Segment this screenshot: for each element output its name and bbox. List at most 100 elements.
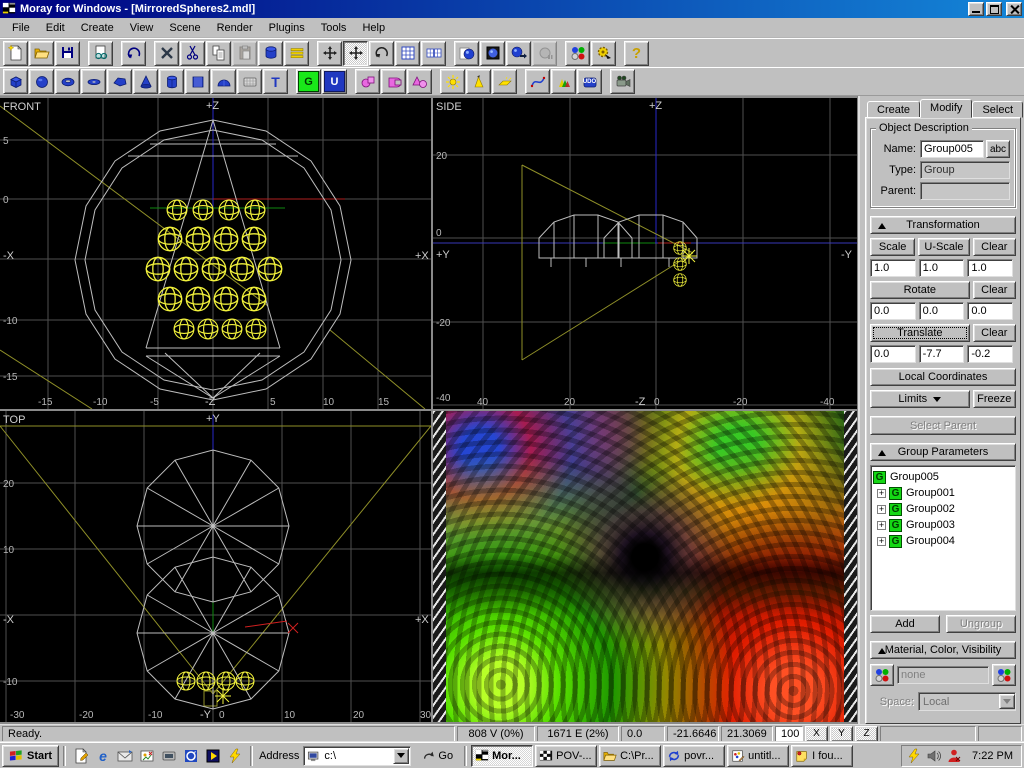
torus-button[interactable] (55, 69, 80, 94)
render-window-button[interactable] (480, 41, 505, 66)
abc-button[interactable]: abc (986, 140, 1010, 158)
go-button[interactable]: Go (415, 746, 460, 766)
material-editor-button[interactable] (992, 664, 1016, 686)
material-header[interactable]: Material, Color, Visibility (870, 641, 1016, 659)
speaker-icon[interactable] (926, 748, 942, 764)
ungroup-button[interactable]: Ungroup (946, 615, 1016, 633)
polygon-button[interactable] (107, 69, 132, 94)
heightfield-button[interactable] (185, 69, 210, 94)
zoom-level[interactable]: 100 (775, 726, 803, 742)
csg-intersection-button[interactable] (355, 69, 380, 94)
local-coordinates-button[interactable]: Local Coordinates (870, 368, 1016, 386)
scale-y-field[interactable]: 1.0 (919, 259, 965, 277)
undo-button[interactable] (121, 41, 146, 66)
translate-x-field[interactable]: 0.0 (870, 345, 916, 363)
help-button[interactable]: ? (624, 41, 649, 66)
quick-launch-media[interactable] (158, 745, 180, 767)
quick-launch-ie[interactable]: e (92, 745, 114, 767)
translate-y-field[interactable]: -7.7 (919, 345, 965, 363)
options-button[interactable] (591, 41, 616, 66)
front-canvas[interactable]: FRONT +Z -X +X -Z 5 0 -10 -15 -15 -10 -5 (0, 98, 431, 409)
tree-item-label[interactable]: Group003 (906, 519, 955, 531)
union-button[interactable]: U (322, 69, 347, 94)
u-scale-button[interactable]: U-Scale (918, 238, 969, 256)
menu-help[interactable]: Help (354, 20, 393, 36)
new-button[interactable] (3, 41, 28, 66)
move-view-button[interactable] (343, 41, 368, 66)
viewport-render[interactable] (433, 411, 857, 722)
tree-item-root[interactable]: G Group005 (873, 469, 1013, 485)
quick-launch-winamp[interactable] (224, 745, 246, 767)
rotate-x-field[interactable]: 0.0 (870, 302, 916, 320)
sphere-button[interactable] (29, 69, 54, 94)
scale-x-field[interactable]: 1.0 (870, 259, 916, 277)
cone-button[interactable] (133, 69, 158, 94)
group-button[interactable]: G (296, 69, 321, 94)
task-untitled[interactable]: untitl... (727, 745, 789, 767)
zoom-grid-button[interactable] (395, 41, 420, 66)
render-export-button[interactable] (506, 41, 531, 66)
side-canvas[interactable]: SIDE +Z +Y -Y -Z 20 0 -20 -40 40 20 0 (433, 98, 857, 409)
axis-z-toggle[interactable]: Z (855, 726, 878, 742)
select-parent-button[interactable]: Select Parent (870, 416, 1016, 435)
scale-clear-button[interactable]: Clear (973, 238, 1016, 256)
taskbar-grip[interactable] (63, 746, 66, 766)
tree-item-label[interactable]: Group004 (906, 535, 955, 547)
group-tree[interactable]: G Group005 + G Group001 + G Group002 + (870, 465, 1016, 611)
rotate-z-field[interactable]: 0.0 (967, 302, 1013, 320)
menu-render[interactable]: Render (209, 20, 261, 36)
group-parameters-header[interactable]: Group Parameters (870, 443, 1016, 461)
zoom-extents-button[interactable] (421, 41, 446, 66)
tree-item-label[interactable]: Group002 (906, 503, 955, 515)
top-canvas[interactable]: TOP +Y -X +X -Y 20 10 -10 -30 -20 -10 0 (0, 411, 431, 722)
csg-difference-button[interactable] (381, 69, 406, 94)
axis-x-toggle[interactable]: X (805, 726, 828, 742)
viewport-front[interactable]: FRONT +Z -X +X -Z 5 0 -10 -15 -15 -10 -5 (0, 98, 431, 409)
tree-item[interactable]: + G Group003 (873, 517, 1013, 533)
transformation-header[interactable]: Transformation (870, 216, 1016, 234)
render-stop-button[interactable] (532, 41, 557, 66)
tab-modify[interactable]: Modify (920, 99, 972, 118)
expand-icon[interactable]: + (877, 505, 886, 514)
tree-item-label[interactable]: Group001 (906, 487, 955, 499)
task-moray[interactable]: Mor... (471, 745, 533, 767)
taskbar-grip[interactable] (250, 746, 253, 766)
save-button[interactable] (55, 41, 80, 66)
layers-button[interactable] (284, 41, 309, 66)
menu-plugins[interactable]: Plugins (261, 20, 313, 36)
disc-button[interactable] (81, 69, 106, 94)
csg-merge-button[interactable] (407, 69, 432, 94)
menu-edit[interactable]: Edit (38, 20, 73, 36)
taskbar-grip[interactable] (464, 746, 467, 766)
menu-view[interactable]: View (122, 20, 162, 36)
material-browser-button[interactable] (88, 41, 113, 66)
address-combo[interactable]: c:\ (303, 746, 411, 766)
cylinder-button[interactable] (159, 69, 184, 94)
rotate-button[interactable]: Rotate (870, 281, 970, 299)
tree-item-label[interactable]: Group005 (890, 471, 939, 483)
menu-create[interactable]: Create (73, 20, 122, 36)
expand-icon[interactable]: + (877, 537, 886, 546)
box-button[interactable] (3, 69, 28, 94)
area-light-button[interactable] (492, 69, 517, 94)
axis-y-toggle[interactable]: Y (830, 726, 853, 742)
quick-launch-compose[interactable] (70, 745, 92, 767)
translate-button[interactable]: Translate (870, 324, 970, 342)
lightning-icon[interactable] (906, 748, 922, 764)
task-explorer[interactable]: C:\Pr... (599, 745, 661, 767)
quick-launch-msn[interactable] (180, 745, 202, 767)
open-button[interactable] (29, 41, 54, 66)
udo-button[interactable]: UDO (577, 69, 602, 94)
tray-user-icon[interactable] (946, 748, 962, 764)
delete-button[interactable] (154, 41, 179, 66)
expand-icon[interactable]: + (877, 521, 886, 530)
name-field[interactable]: Group005 (920, 140, 984, 158)
viewport-top[interactable]: TOP +Y -X +X -Y 20 10 -10 -30 -20 -10 0 (0, 411, 431, 722)
camera-button[interactable] (610, 69, 635, 94)
task-povray[interactable]: POV-... (535, 745, 597, 767)
mesh-button[interactable] (237, 69, 262, 94)
task-povr[interactable]: povr... (663, 745, 725, 767)
menu-scene[interactable]: Scene (161, 20, 208, 36)
rotate-y-field[interactable]: 0.0 (919, 302, 965, 320)
tab-select[interactable]: Select (972, 101, 1023, 118)
